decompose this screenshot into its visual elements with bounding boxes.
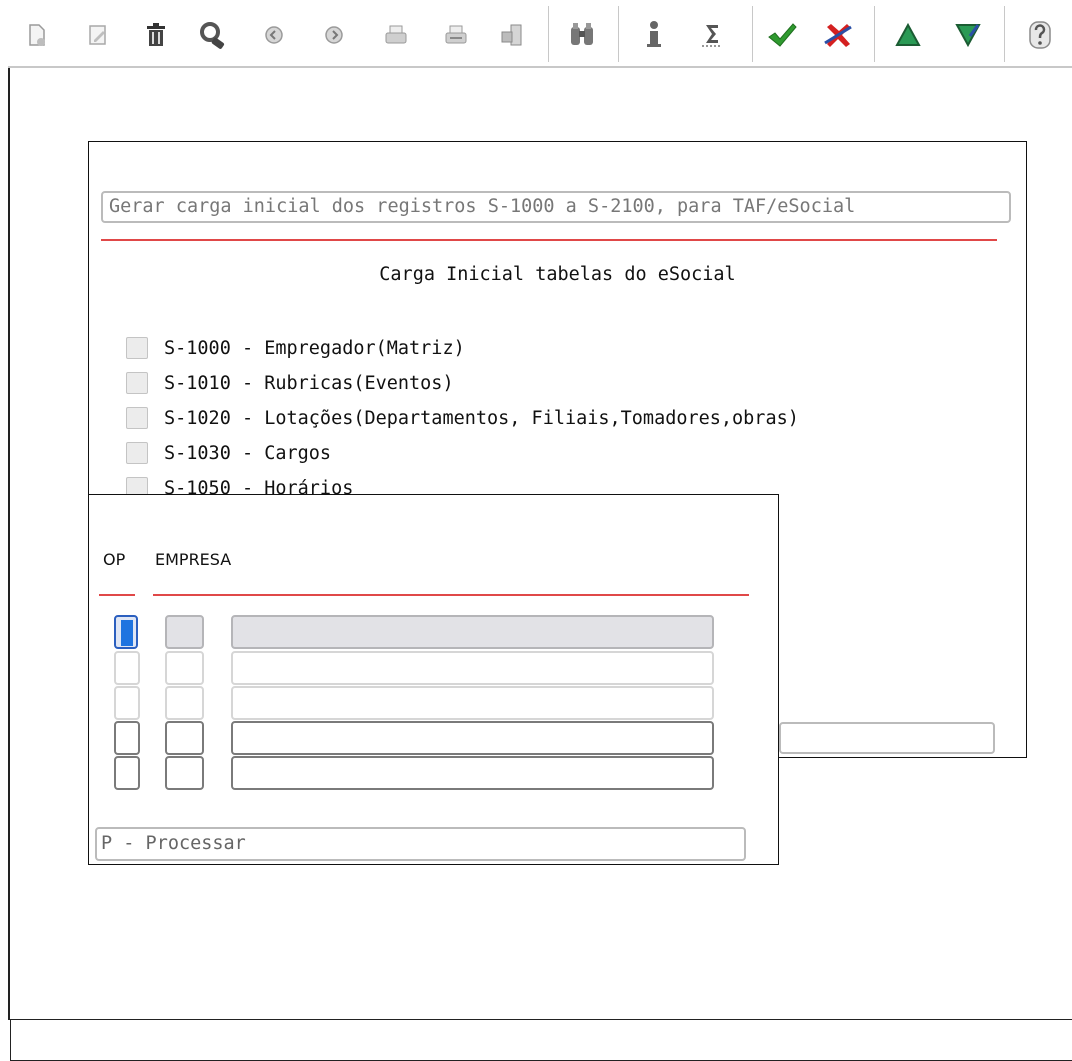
binoculars-icon[interactable] xyxy=(566,17,598,53)
op-input[interactable] xyxy=(114,721,140,755)
export-icon[interactable] xyxy=(496,17,528,53)
description-field: Gerar carga inicial dos registros S-1000… xyxy=(101,191,1011,223)
option-label: S-1020 - Lotações(Departamentos, Filiais… xyxy=(164,407,799,429)
column-header-empresa: EMPRESA xyxy=(155,550,232,569)
title-divider xyxy=(101,239,997,241)
confirm-icon[interactable] xyxy=(766,17,798,53)
delete-icon[interactable] xyxy=(140,17,172,53)
company-code-input[interactable] xyxy=(165,651,204,685)
op-input[interactable] xyxy=(114,651,140,685)
sum-icon[interactable] xyxy=(696,17,728,53)
toolbar-divider xyxy=(8,66,1072,68)
company-code-input[interactable] xyxy=(165,615,204,649)
move-down-icon[interactable] xyxy=(952,17,984,53)
empresa-underline xyxy=(153,594,749,596)
company-name-input[interactable] xyxy=(231,615,714,649)
option-label: S-1010 - Rubricas(Eventos) xyxy=(164,372,454,394)
option-checkbox[interactable] xyxy=(126,372,148,394)
column-header-op: OP xyxy=(103,550,126,569)
help-icon[interactable] xyxy=(1024,17,1056,53)
text-caret xyxy=(121,620,133,646)
company-name-input[interactable] xyxy=(231,686,714,720)
company-name-input[interactable] xyxy=(231,651,714,685)
option-checkbox[interactable] xyxy=(126,442,148,464)
op-input[interactable] xyxy=(114,686,140,720)
print-setup-icon[interactable] xyxy=(440,17,472,53)
toolbar-separator xyxy=(874,6,875,62)
status-bar xyxy=(10,1019,1072,1061)
option-checkbox[interactable] xyxy=(126,337,148,359)
next-icon[interactable] xyxy=(318,17,350,53)
option-s1000[interactable]: S-1000 - Empregador(Matriz) xyxy=(126,334,465,362)
option-s1010[interactable]: S-1010 - Rubricas(Eventos) xyxy=(126,369,454,397)
move-up-icon[interactable] xyxy=(892,17,924,53)
process-hint-field: P - Processar xyxy=(95,827,746,861)
company-selection-panel: OP EMPRESA P - Processar xyxy=(88,494,779,865)
toolbar-separator xyxy=(1004,6,1005,62)
edit-icon[interactable] xyxy=(82,17,114,53)
option-s1020[interactable]: S-1020 - Lotações(Departamentos, Filiais… xyxy=(126,404,799,432)
toolbar-separator xyxy=(618,6,619,62)
previous-icon[interactable] xyxy=(258,17,290,53)
search-icon[interactable] xyxy=(198,17,230,53)
company-code-input[interactable] xyxy=(165,756,204,790)
company-name-input[interactable] xyxy=(231,756,714,790)
dialog-input-field[interactable] xyxy=(779,722,995,754)
option-s1030[interactable]: S-1030 - Cargos xyxy=(126,439,331,467)
op-underline xyxy=(99,594,135,596)
toolbar-separator xyxy=(548,6,549,62)
op-input[interactable] xyxy=(114,615,138,649)
new-record-icon[interactable] xyxy=(20,17,52,53)
info-icon[interactable] xyxy=(638,17,670,53)
window-frame-left xyxy=(8,68,10,1020)
option-label: S-1000 - Empregador(Matriz) xyxy=(164,337,465,359)
option-label: S-1030 - Cargos xyxy=(164,442,332,464)
option-checkbox[interactable] xyxy=(126,407,148,429)
dialog-heading: Carga Inicial tabelas do eSocial xyxy=(379,264,736,285)
print-icon[interactable] xyxy=(380,17,412,53)
toolbar-separator xyxy=(752,6,753,62)
cancel-icon[interactable] xyxy=(822,17,854,53)
toolbar xyxy=(0,0,1072,68)
op-input[interactable] xyxy=(114,756,140,790)
company-code-input[interactable] xyxy=(165,721,204,755)
company-name-input[interactable] xyxy=(231,721,714,755)
company-code-input[interactable] xyxy=(165,686,204,720)
